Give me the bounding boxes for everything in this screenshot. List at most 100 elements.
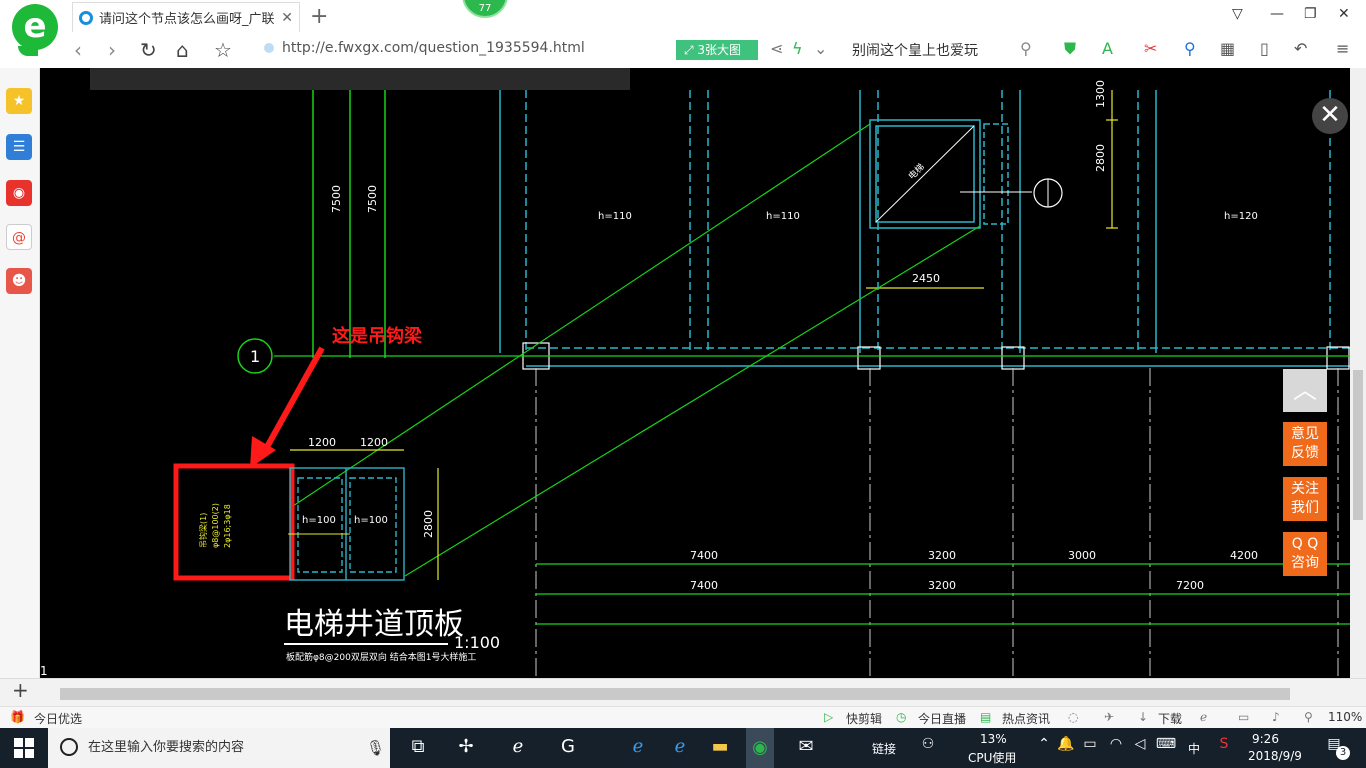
- window-icon[interactable]: ▭: [1238, 710, 1249, 724]
- mail-envelope-icon[interactable]: ✉: [792, 736, 820, 757]
- mail-icon[interactable]: @: [6, 224, 32, 250]
- share-icon[interactable]: ⋖: [770, 38, 783, 60]
- microphone-icon[interactable]: 🎙: [366, 728, 385, 768]
- dim-small-right: 1200: [360, 436, 388, 449]
- dim-small-height: 2800: [422, 510, 435, 538]
- back-to-top-button[interactable]: ︿: [1283, 369, 1327, 412]
- zoom-icon[interactable]: ⚲: [1304, 710, 1313, 724]
- home-icon[interactable]: ⌂: [176, 36, 189, 64]
- cpu-percent: 13%: [980, 732, 1007, 746]
- apps-grid-icon[interactable]: ▦: [1220, 38, 1235, 60]
- active-browser-icon[interactable]: ◉: [746, 728, 774, 768]
- live-icon[interactable]: ◷: [896, 710, 906, 724]
- forward-icon[interactable]: ›: [108, 36, 116, 64]
- lightning-icon[interactable]: ϟ: [792, 38, 803, 60]
- horizontal-scrollbar-thumb[interactable]: [60, 688, 1290, 700]
- sogou-icon[interactable]: S: [1210, 736, 1238, 752]
- slab-label-2: h=110: [766, 211, 800, 222]
- browser-logo-icon[interactable]: e: [12, 4, 58, 56]
- drawing-scale: 1:100: [454, 633, 500, 652]
- download-icon[interactable]: ↓: [1138, 710, 1148, 724]
- task-view-icon[interactable]: ⧉: [404, 736, 432, 757]
- notification-count: 3: [1336, 746, 1350, 760]
- link-label[interactable]: 链接: [872, 740, 896, 757]
- dim-row1-b: 3200: [928, 549, 956, 562]
- taskbar-search-box[interactable]: 在这里输入你要搜索的内容 🎙: [48, 728, 390, 768]
- feedback-button[interactable]: 意见 反馈: [1283, 422, 1327, 466]
- tab-current[interactable]: 请问这个节点该怎么画呀_广联达 ✕: [72, 2, 300, 32]
- clock-time[interactable]: 9:26: [1252, 732, 1279, 746]
- today-live-link[interactable]: 今日直播: [918, 710, 966, 727]
- favorites-star-icon[interactable]: ★: [6, 88, 32, 114]
- browser-status-bar: 🎁 今日优选 ▷ 快剪辑 ◷ 今日直播 ▤ 热点资讯 ◌ ✈ ↓ 下载 ℯ ▭ …: [0, 706, 1366, 728]
- scissors-icon[interactable]: ✂: [1144, 38, 1157, 60]
- vertical-scrollbar-thumb[interactable]: [1353, 370, 1363, 520]
- minimize-button[interactable]: —: [1270, 6, 1284, 22]
- search-icon[interactable]: ⚲: [1020, 38, 1032, 60]
- refresh-icon[interactable]: ↻: [140, 36, 157, 64]
- reader-list-icon[interactable]: ☰: [6, 134, 32, 160]
- tab-title: 请问这个节点该怎么画呀_广联达: [99, 12, 276, 27]
- undo-icon[interactable]: ↶: [1294, 38, 1307, 60]
- zoom-level[interactable]: 110%: [1328, 710, 1362, 724]
- pin-icon[interactable]: ✈: [1104, 710, 1114, 724]
- dim-row2-c: 7200: [1176, 579, 1204, 592]
- ie-mode-icon[interactable]: ℯ: [1200, 710, 1207, 724]
- today-picks-link[interactable]: 今日优选: [34, 710, 82, 727]
- back-icon[interactable]: ‹: [74, 36, 82, 64]
- magnifier-icon[interactable]: ⚲: [1184, 38, 1196, 60]
- tab-close-icon[interactable]: ✕: [281, 10, 293, 26]
- search-box-text[interactable]: 别闹这个皇上也爱玩: [852, 40, 978, 60]
- favorite-star-icon[interactable]: ☆: [214, 36, 232, 64]
- new-tab-button[interactable]: +: [310, 4, 328, 29]
- tab-favicon-icon: [79, 10, 93, 25]
- close-window-button[interactable]: ✕: [1338, 6, 1350, 22]
- dim-row2-b: 3200: [928, 579, 956, 592]
- edge-icon[interactable]: ℯ: [624, 736, 652, 757]
- chevron-down-icon[interactable]: ⌄: [814, 38, 827, 60]
- maximize-button[interactable]: ❐: [1304, 6, 1317, 22]
- volume-icon[interactable]: ♪: [1272, 710, 1280, 724]
- slab-label-3: h=120: [1224, 211, 1258, 222]
- people-icon[interactable]: ⚇: [914, 736, 942, 752]
- news-icon[interactable]: ▤: [980, 710, 991, 724]
- quick-clip-link[interactable]: 快剪辑: [846, 710, 882, 727]
- follow-us-button[interactable]: 关注 我们: [1283, 477, 1327, 521]
- clip-icon[interactable]: ▷: [824, 710, 833, 724]
- skin-icon[interactable]: ▽: [1232, 6, 1243, 22]
- dim-row2-a: 7400: [690, 579, 718, 592]
- ime-indicator[interactable]: 中: [1188, 740, 1200, 757]
- slab-label-1: h=110: [598, 211, 632, 222]
- browser-e-icon[interactable]: ℯ: [504, 736, 532, 757]
- address-bar[interactable]: http://e.fwxgx.com/question_1935594.html: [264, 40, 585, 56]
- cad-image-viewer[interactable]: 7500 7500 电梯 1 h=110 h=110 h=120 2450 28…: [40, 68, 1350, 678]
- axis-label: 1: [250, 347, 260, 366]
- gift-icon[interactable]: 🎁: [10, 710, 25, 724]
- app-fan-icon[interactable]: ✢: [452, 736, 480, 757]
- mobile-icon[interactable]: ▯: [1260, 38, 1269, 60]
- notification-badge[interactable]: 77: [462, 0, 508, 18]
- hot-news-link[interactable]: 热点资讯: [1002, 710, 1050, 727]
- speaker-icon[interactable]: ◁: [1126, 736, 1154, 752]
- translate-icon[interactable]: A: [1102, 38, 1113, 60]
- file-explorer-icon[interactable]: ▬: [706, 736, 734, 757]
- battery-icon[interactable]: ▭: [1076, 736, 1104, 752]
- game-icon[interactable]: ☻: [6, 268, 32, 294]
- shield-icon[interactable]: ⛊: [1064, 38, 1076, 60]
- keyboard-icon[interactable]: ⌨: [1152, 736, 1180, 752]
- app-g-icon[interactable]: G: [554, 736, 582, 757]
- ie-icon[interactable]: ℯ: [666, 736, 694, 757]
- close-viewer-button[interactable]: ✕: [1312, 98, 1348, 134]
- taskbar-search-placeholder: 在这里输入你要搜索的内容: [88, 740, 245, 755]
- accelerate-icon[interactable]: ◌: [1068, 710, 1078, 724]
- start-windows-icon[interactable]: [14, 738, 34, 758]
- download-link[interactable]: 下载: [1158, 710, 1182, 727]
- dim-small-left: 1200: [308, 436, 336, 449]
- dim-row1-c: 3000: [1068, 549, 1096, 562]
- big-picture-button[interactable]: ⤢ 3张大图: [676, 40, 758, 60]
- menu-icon[interactable]: ≡: [1336, 38, 1349, 60]
- add-icon[interactable]: +: [12, 678, 29, 702]
- weibo-icon[interactable]: ◉: [6, 180, 32, 206]
- qq-consult-button[interactable]: Q Q 咨询: [1283, 532, 1327, 576]
- clock-date[interactable]: 2018/9/9: [1248, 749, 1302, 763]
